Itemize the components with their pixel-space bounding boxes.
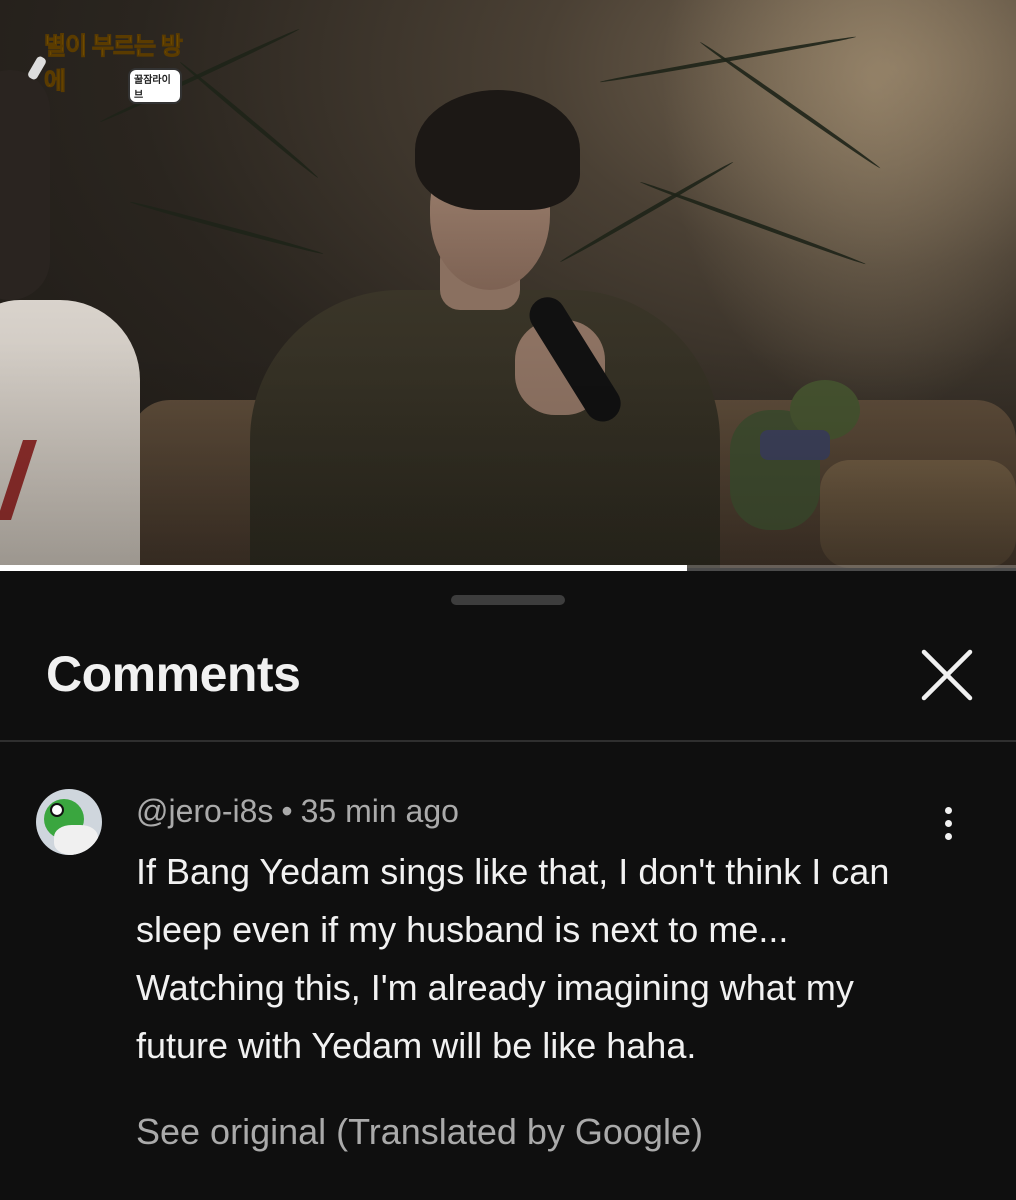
show-logo: 별이 부르는 방에 꿀잠라이브 — [26, 26, 183, 104]
comment-author[interactable]: @jero-i8s — [136, 793, 273, 829]
avatar[interactable] — [36, 789, 102, 855]
comment-time: 35 min ago — [300, 793, 459, 829]
comment-item: @jero-i8s • 35 min ago If Bang Yedam sings… — [0, 789, 1016, 1169]
show-logo-badge: 꿀잠라이브 — [128, 68, 182, 104]
close-icon — [921, 649, 973, 701]
close-button[interactable] — [918, 646, 976, 704]
comment-meta: @jero-i8s • 35 min ago — [136, 793, 459, 830]
divider — [0, 740, 1016, 742]
more-vertical-icon — [944, 807, 952, 814]
see-original-link[interactable]: See original (Translated by Google) — [136, 1111, 703, 1153]
comments-sheet: Comments @jero-i8s • 35 min ago If Bang Ye… — [0, 571, 1016, 1200]
comment-text: If Bang Yedam sings like that, I don't t… — [136, 851, 890, 1066]
meta-separator: • — [281, 793, 293, 829]
video-player[interactable]: 별이 부르는 방에 꿀잠라이브 — [0, 0, 1016, 568]
sheet-drag-handle[interactable] — [451, 595, 565, 605]
sheet-title: Comments — [46, 646, 301, 702]
